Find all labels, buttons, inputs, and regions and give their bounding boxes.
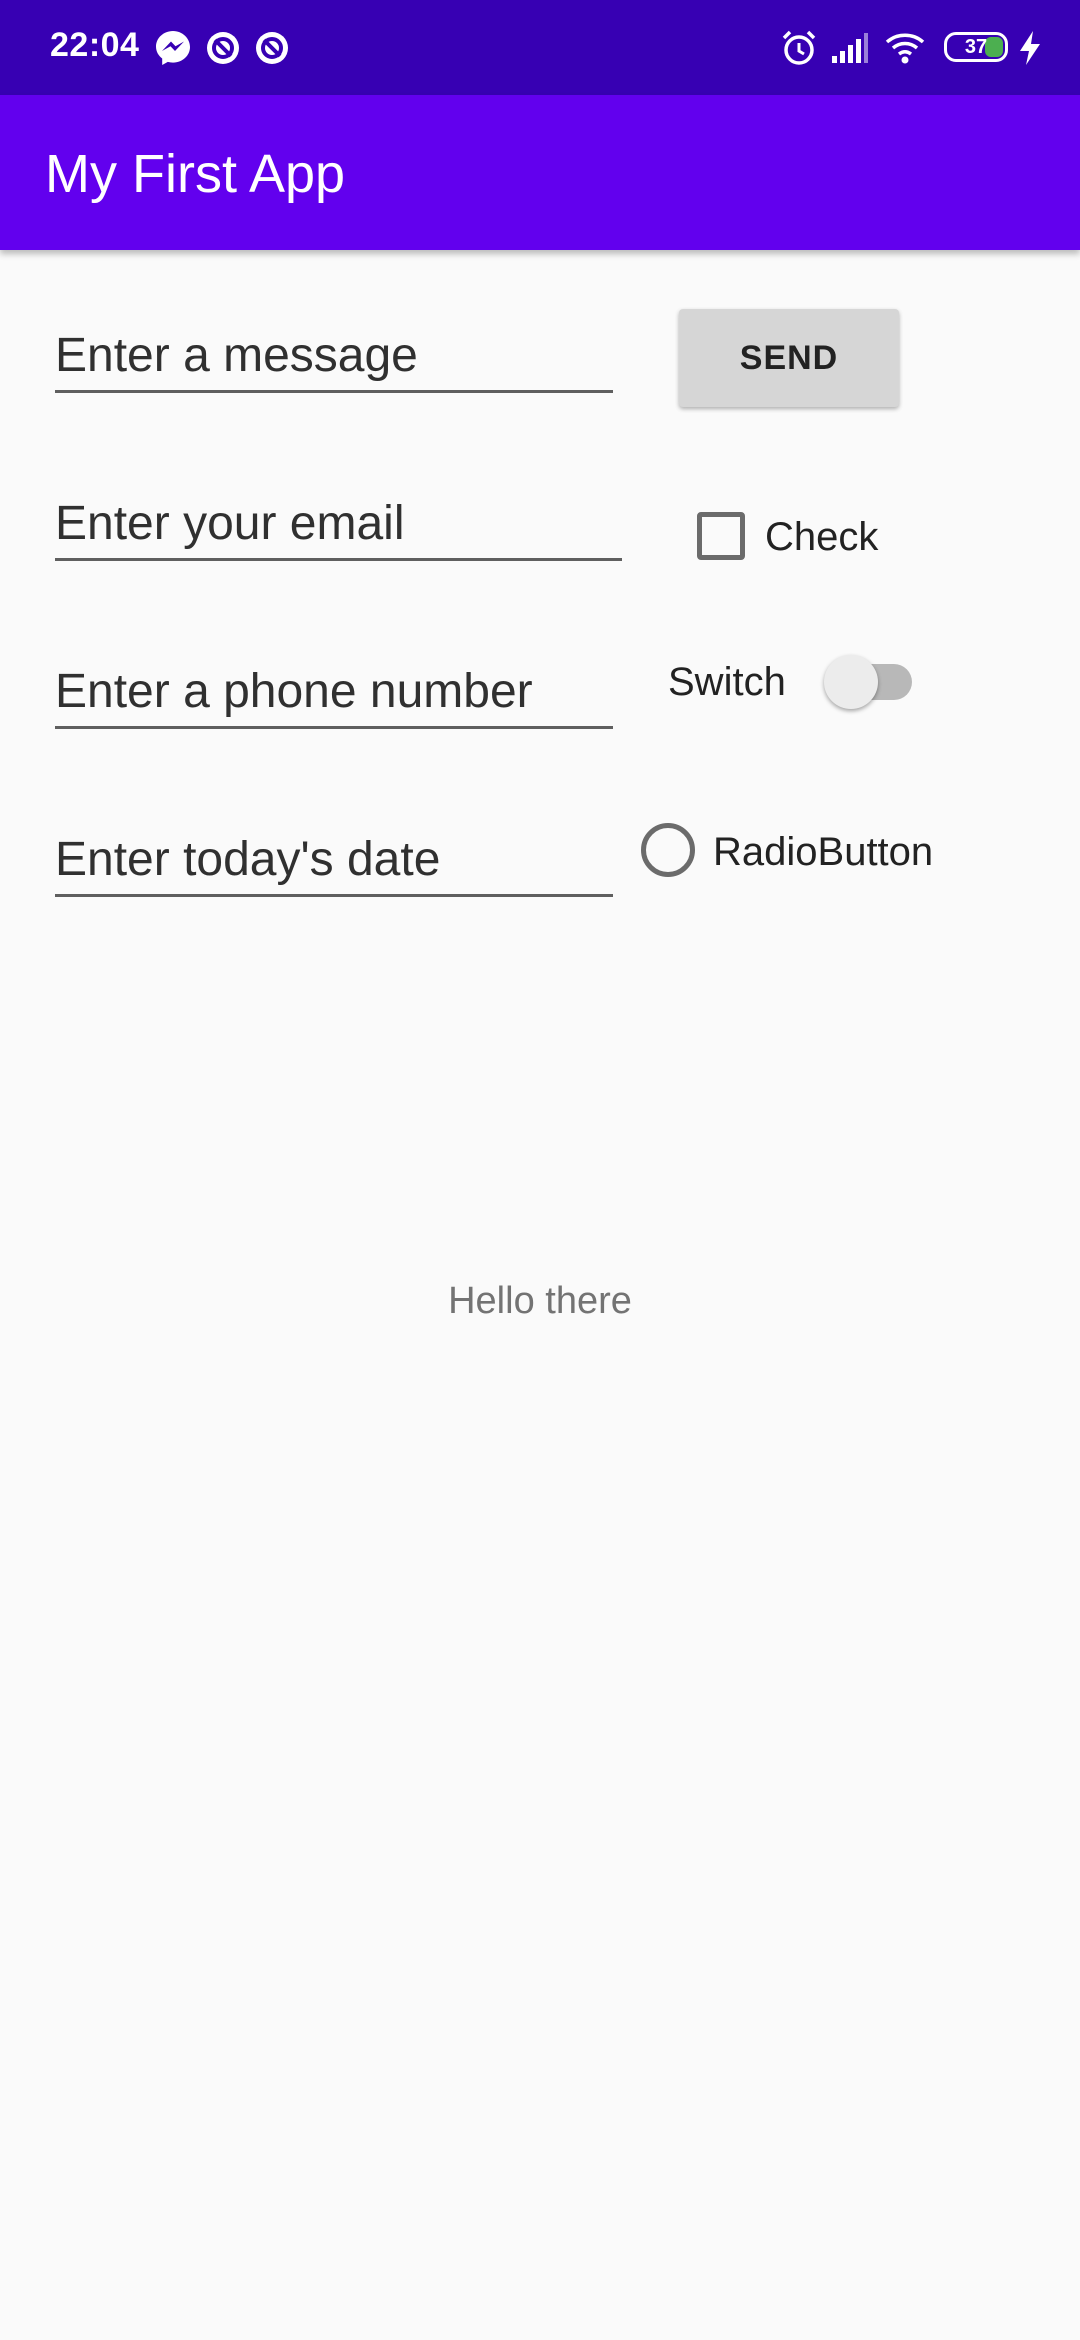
hello-text: Hello there bbox=[448, 1280, 632, 1322]
battery-icon: 37 bbox=[944, 32, 1008, 62]
signal-icon bbox=[829, 28, 869, 68]
radio-button-label[interactable]: RadioButton bbox=[713, 830, 933, 875]
switch-thumb[interactable] bbox=[824, 655, 878, 709]
wifi-icon bbox=[885, 28, 925, 68]
send-button[interactable]: SEND bbox=[679, 309, 899, 407]
app-title: My First App bbox=[45, 144, 346, 204]
message-input[interactable] bbox=[55, 320, 613, 390]
checkbox-box[interactable] bbox=[697, 512, 745, 560]
email-field[interactable] bbox=[55, 488, 622, 561]
phone-field[interactable] bbox=[55, 656, 613, 729]
message-field[interactable] bbox=[55, 320, 613, 393]
status-time: 22:04 bbox=[50, 26, 140, 64]
battery-level: 37 bbox=[964, 36, 988, 58]
phone-input[interactable] bbox=[55, 656, 613, 726]
radio-button-circle[interactable] bbox=[641, 823, 695, 877]
date-input[interactable] bbox=[55, 824, 613, 894]
switch-label[interactable]: Switch bbox=[668, 660, 786, 705]
date-field[interactable] bbox=[55, 824, 613, 897]
status-bar: 22:04 37 bbox=[0, 0, 1080, 95]
messenger-icon bbox=[153, 28, 193, 68]
alarm-icon bbox=[779, 28, 819, 68]
email-input[interactable] bbox=[55, 488, 622, 558]
app-bar: My First App bbox=[0, 95, 1080, 250]
app-notification-icon bbox=[252, 28, 292, 68]
checkbox-label[interactable]: Check bbox=[765, 515, 878, 560]
app-notification-icon bbox=[203, 28, 243, 68]
charging-icon bbox=[1014, 28, 1046, 68]
